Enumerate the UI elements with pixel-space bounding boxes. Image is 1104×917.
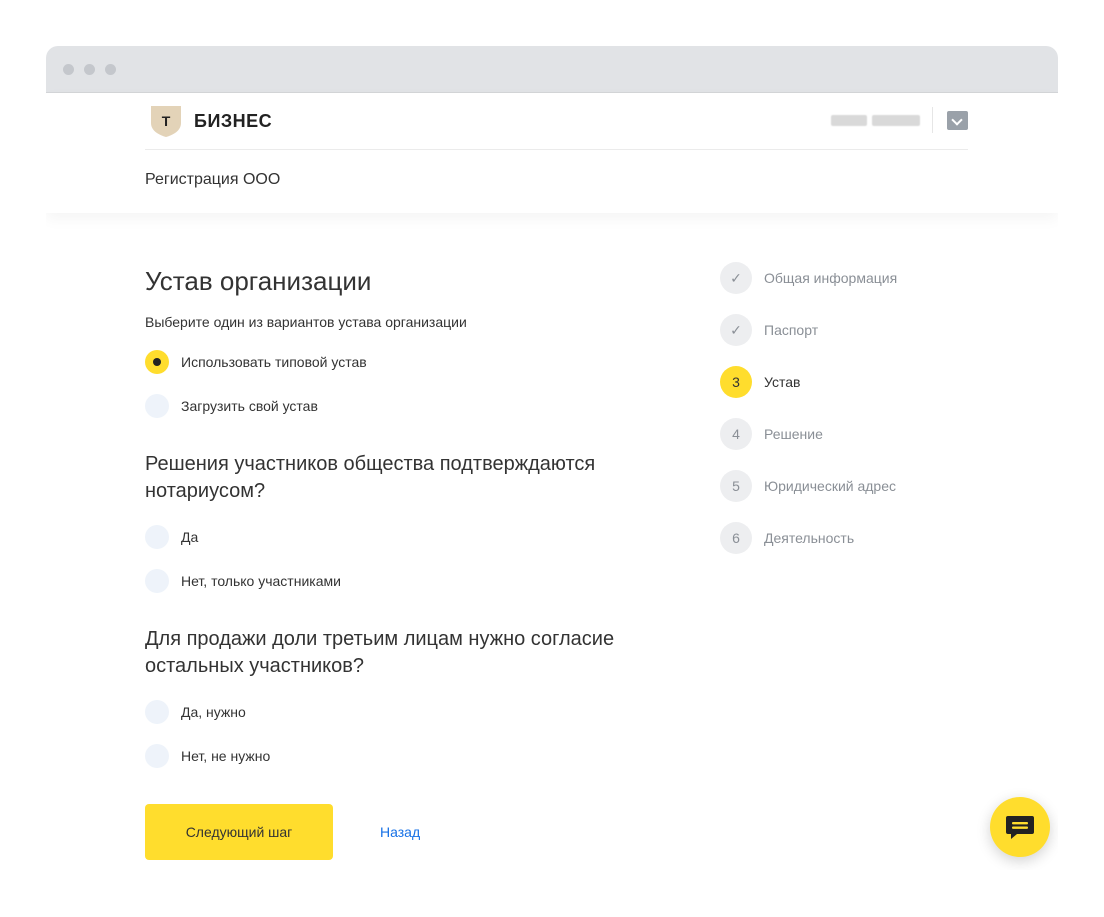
radio-button[interactable] — [145, 744, 169, 768]
radio-label: Да — [181, 529, 199, 545]
question-share-sale: Для продажи доли третьим лицам нужно сог… — [145, 628, 615, 677]
browser-chrome — [46, 46, 1058, 93]
radio-button[interactable] — [145, 394, 169, 418]
radio-option-notary-no[interactable]: Нет, только участниками — [145, 569, 665, 593]
next-step-button[interactable]: Следующий шаг — [145, 804, 333, 860]
chat-button[interactable] — [990, 797, 1050, 857]
radio-label: Использовать типовой устав — [181, 354, 367, 370]
step-decision: 4 Решение — [720, 418, 897, 450]
step-label: Устав — [764, 374, 801, 390]
radio-option-notary-yes[interactable]: Да — [145, 525, 665, 549]
brand-logo[interactable]: Т БИЗНЕС — [148, 103, 272, 139]
radio-option-upload-charter[interactable]: Загрузить свой устав — [145, 394, 665, 418]
radio-label: Загрузить свой устав — [181, 398, 318, 414]
radio-label: Нет, только участниками — [181, 573, 341, 589]
page-header: Т БИЗНЕС Регистрация ООО — [46, 93, 1058, 213]
back-link[interactable]: Назад — [380, 824, 420, 840]
step-label: Общая информация — [764, 270, 898, 286]
page-title: Регистрация ООО — [145, 171, 281, 188]
user-area[interactable] — [831, 107, 968, 133]
question-notary: Решения участников общества подтверждают… — [145, 453, 596, 502]
topbar: Т БИЗНЕС — [145, 93, 968, 150]
step-number: 6 — [720, 522, 752, 554]
radio-button[interactable] — [145, 350, 169, 374]
divider — [932, 107, 933, 133]
bank-account-icon[interactable] — [947, 110, 968, 130]
radio-button[interactable] — [145, 569, 169, 593]
window-dot-maximize[interactable] — [105, 63, 116, 75]
step-label: Паспорт — [764, 322, 819, 338]
radio-label: Да, нужно — [181, 704, 246, 720]
logo-letter: Т — [162, 113, 171, 129]
shield-logo-icon: Т — [148, 103, 184, 139]
step-label: Деятельность — [764, 530, 855, 546]
step-legal-address: 5 Юридический адрес — [720, 470, 897, 502]
radio-label: Нет, не нужно — [181, 748, 271, 764]
chat-icon — [1006, 816, 1034, 839]
form-subtitle: Выберите один из вариантов устава органи… — [145, 314, 467, 330]
step-label: Решение — [764, 426, 823, 442]
progress-steps: ✓ Общая информация ✓ Паспорт 3 Устав 4 Р… — [720, 262, 897, 574]
step-number: 4 — [720, 418, 752, 450]
step-general-info[interactable]: ✓ Общая информация — [720, 262, 897, 294]
radio-option-consent-yes[interactable]: Да, нужно — [145, 700, 665, 724]
window-dot-minimize[interactable] — [84, 63, 95, 75]
step-check-icon: ✓ — [720, 262, 752, 294]
window-dot-close[interactable] — [63, 63, 74, 75]
form-title: Устав организации — [145, 266, 372, 296]
step-number: 5 — [720, 470, 752, 502]
radio-option-consent-no[interactable]: Нет, не нужно — [145, 744, 665, 768]
radio-button[interactable] — [145, 700, 169, 724]
step-charter[interactable]: 3 Устав — [720, 366, 897, 398]
brand-name: БИЗНЕС — [194, 110, 273, 131]
radio-option-standard-charter[interactable]: Использовать типовой устав — [145, 350, 665, 374]
form-actions: Следующий шаг Назад — [145, 804, 420, 860]
blurred-user-name — [831, 114, 920, 126]
radio-button[interactable] — [145, 525, 169, 549]
step-passport[interactable]: ✓ Паспорт — [720, 314, 897, 346]
step-label: Юридический адрес — [764, 478, 897, 494]
step-check-icon: ✓ — [720, 314, 752, 346]
charter-form: Устав организации Выберите один из вариа… — [145, 266, 665, 860]
step-number: 3 — [720, 366, 752, 398]
browser-window: Т БИЗНЕС Регистрация ООО Устав организац… — [46, 46, 1058, 870]
step-activity: 6 Деятельность — [720, 522, 897, 554]
